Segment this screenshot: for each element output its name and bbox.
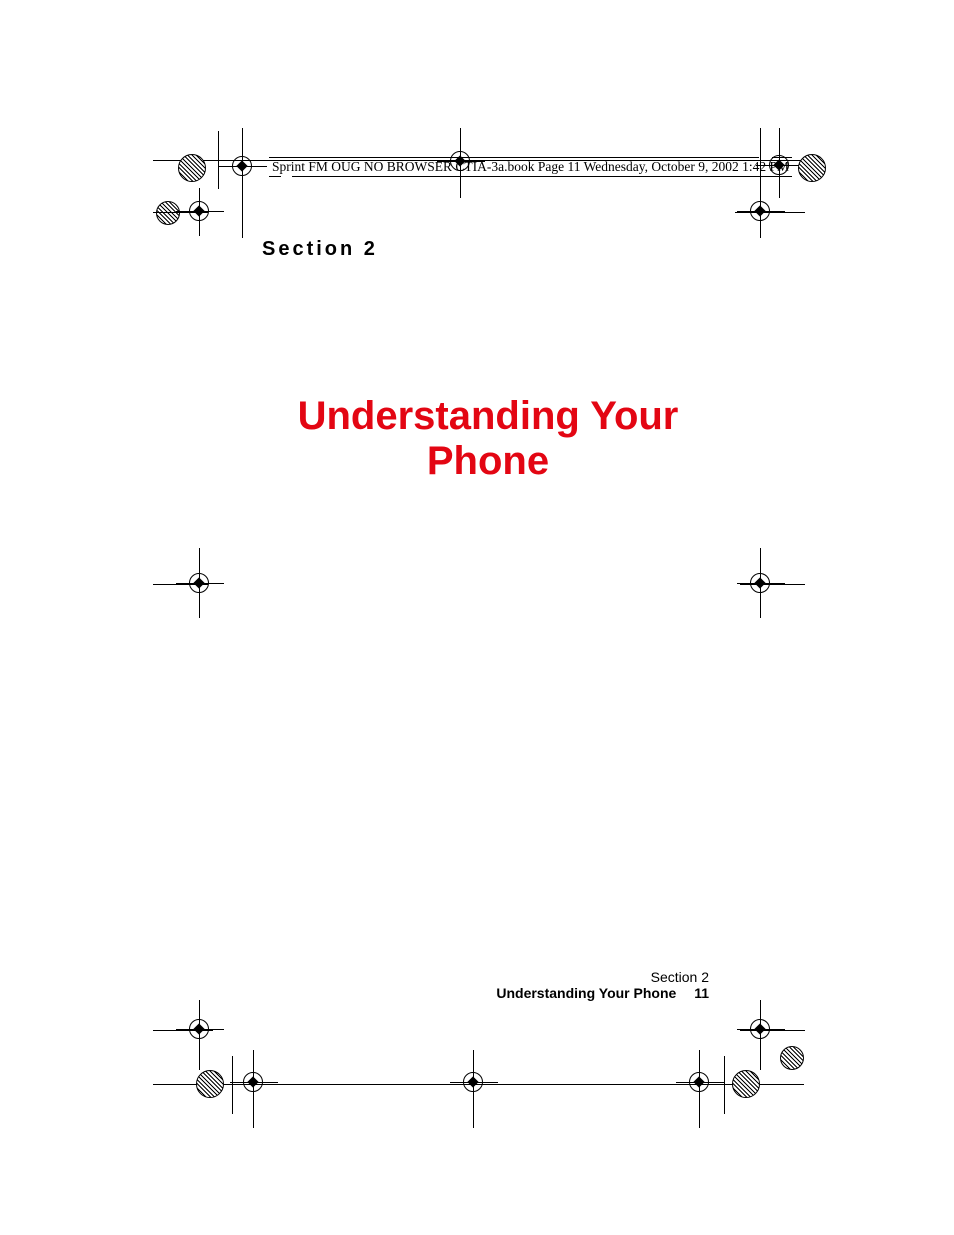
crop-rule-v bbox=[218, 131, 219, 189]
registration-ball-icon bbox=[196, 1070, 224, 1098]
registration-mark-icon bbox=[747, 198, 775, 226]
registration-mark-icon bbox=[240, 1069, 268, 1097]
registration-ball-icon bbox=[156, 201, 180, 225]
registration-mark-icon bbox=[186, 198, 214, 226]
registration-mark-icon bbox=[747, 1016, 775, 1044]
running-head: Sprint FM OUG NO BROWSER CTIA-3a.book Pa… bbox=[269, 159, 792, 175]
registration-mark-icon bbox=[747, 570, 775, 598]
footer-title-line: Understanding Your Phone 11 bbox=[496, 985, 709, 1001]
registration-mark-icon bbox=[686, 1069, 714, 1097]
chapter-title: Understanding Your Phone bbox=[262, 394, 714, 484]
registration-ball-icon bbox=[780, 1046, 804, 1070]
running-head-text: Sprint FM OUG NO BROWSER CTIA-3a.book Pa… bbox=[272, 159, 789, 174]
registration-ball-icon bbox=[178, 154, 206, 182]
footer-page-number: 11 bbox=[694, 985, 709, 1001]
registration-mark-icon bbox=[186, 1016, 214, 1044]
registration-mark-icon bbox=[186, 570, 214, 598]
crop-rule-v bbox=[232, 1056, 233, 1114]
footer-section: Section 2 bbox=[496, 969, 709, 985]
registration-mark-icon bbox=[460, 1069, 488, 1097]
registration-ball-icon bbox=[798, 154, 826, 182]
registration-mark-icon bbox=[229, 153, 257, 181]
crop-rule-v bbox=[724, 1056, 725, 1114]
page-footer: Section 2 Understanding Your Phone 11 bbox=[496, 969, 709, 1001]
registration-ball-icon bbox=[732, 1070, 760, 1098]
document-page: Sprint FM OUG NO BROWSER CTIA-3a.book Pa… bbox=[0, 0, 954, 1235]
section-label: Section 2 bbox=[262, 238, 378, 261]
footer-title: Understanding Your Phone bbox=[496, 985, 676, 1001]
